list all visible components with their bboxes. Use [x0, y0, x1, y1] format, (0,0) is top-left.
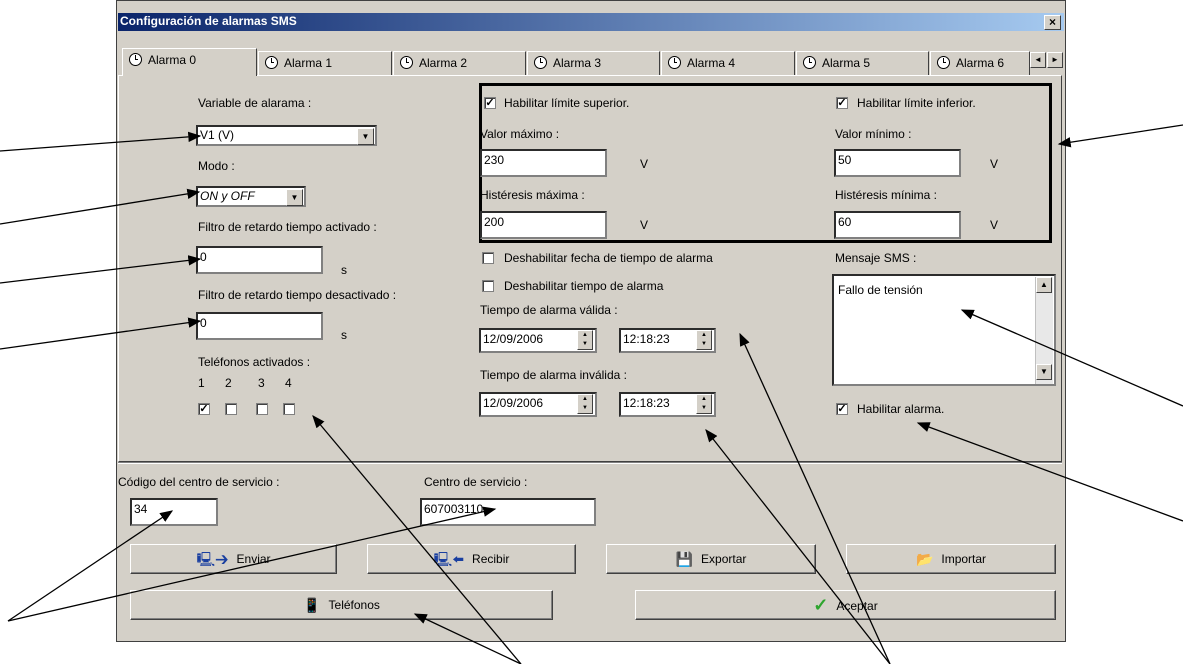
arrow-invalid-time	[705, 428, 891, 664]
arrow-variable	[0, 131, 202, 152]
arrow-codigo	[7, 510, 174, 622]
arrow-filtro-desactivado	[0, 317, 202, 350]
arrow-sms	[960, 309, 1183, 407]
tab-alarma-0[interactable]: Alarma 0	[122, 48, 257, 76]
arrow-telefonos-activados	[312, 415, 522, 664]
arrow-filtro-activado	[0, 255, 202, 284]
arrow-centro	[7, 506, 497, 622]
arrow-enable-alarm	[916, 422, 1183, 522]
annotation-arrows	[0, 124, 1183, 664]
arrow-modo	[0, 188, 201, 225]
clock-icon	[129, 53, 142, 66]
arrow-valid-time	[739, 332, 891, 664]
arrow-telefonos-button	[413, 613, 522, 664]
arrow-limits	[1057, 124, 1183, 148]
